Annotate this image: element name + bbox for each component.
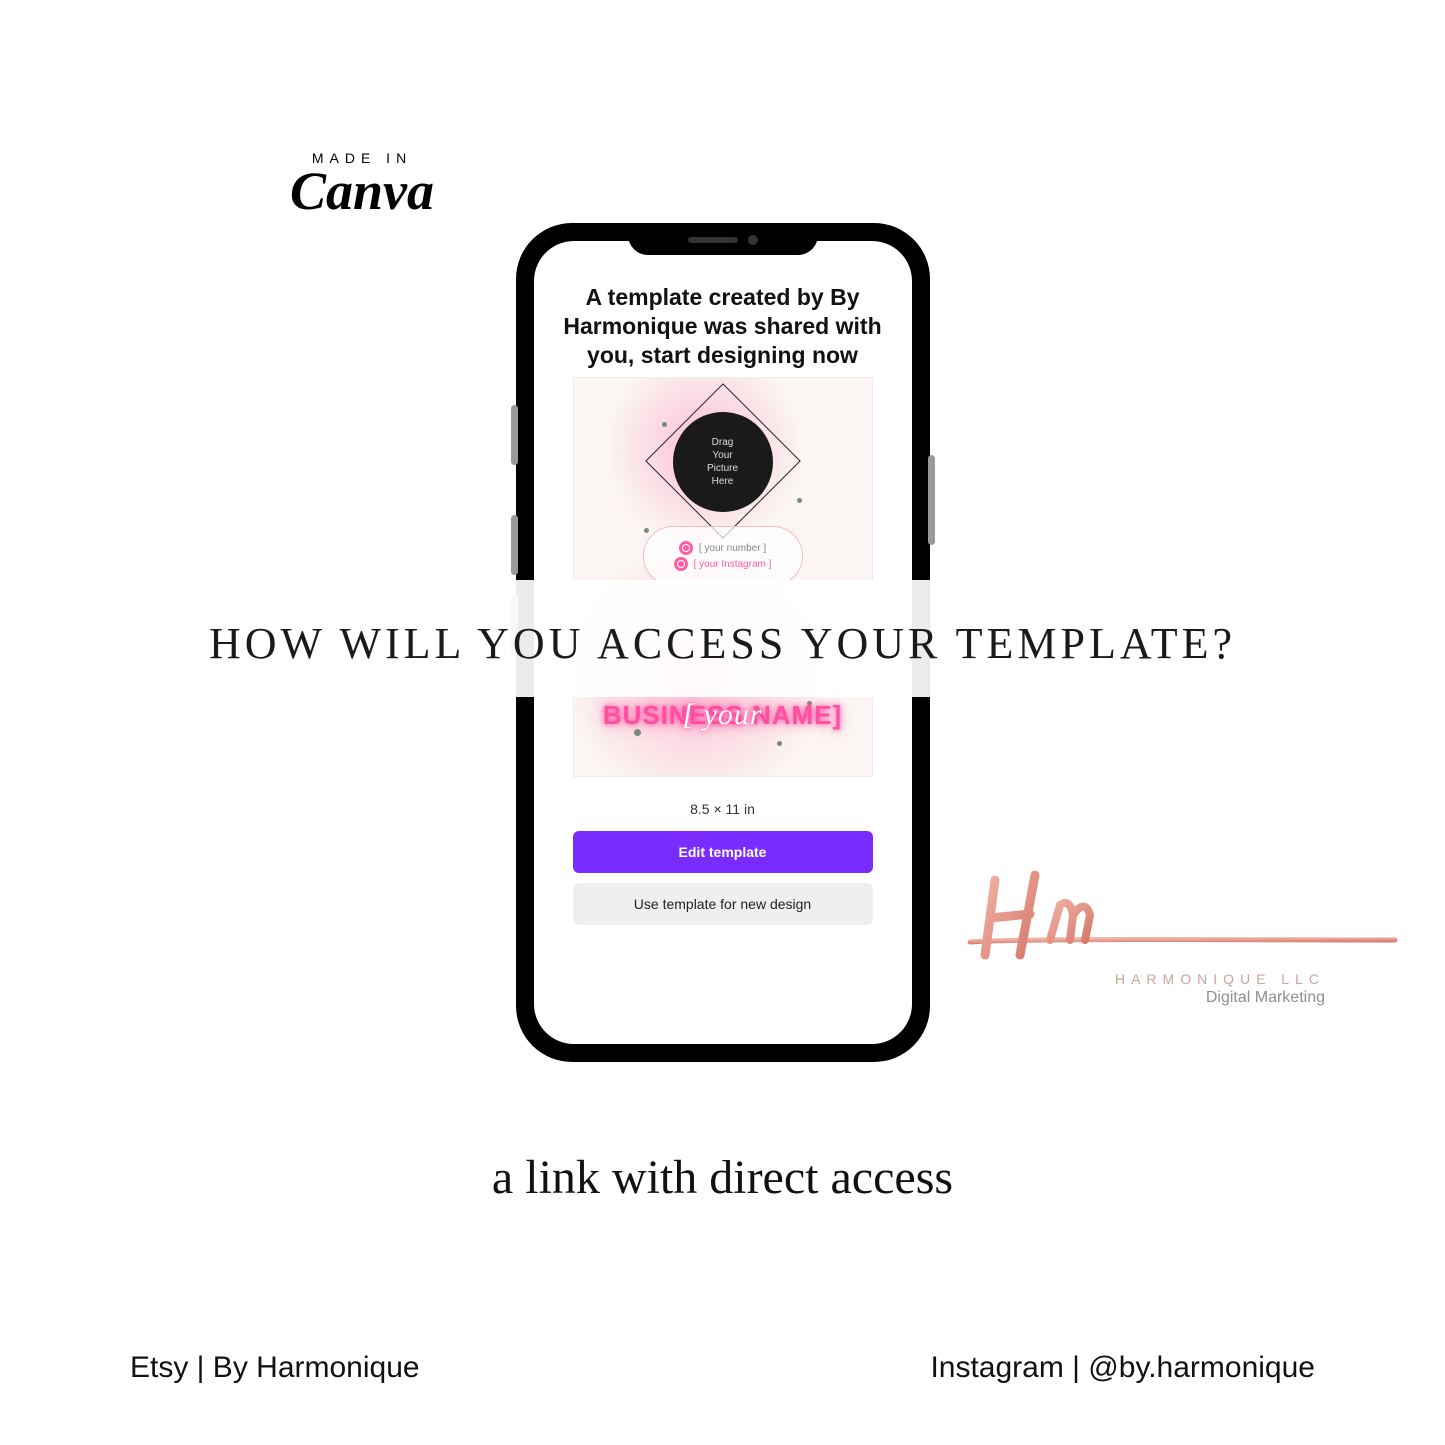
avatar-line: Here [712,475,734,488]
footer-instagram: Instagram | @by.harmonique [930,1351,1315,1385]
share-heading: A template created by By Harmonique was … [534,277,912,377]
contact-pill: [ your number ] [ your Instagram ] [643,526,803,586]
badge-brand: Canva [290,164,434,218]
contact-instagram-placeholder: [ your Instagram ] [694,559,772,570]
footer-socials: Etsy | By Harmonique Instagram | @by.har… [0,1351,1445,1385]
subheadline: a link with direct access [0,1150,1445,1205]
logo-company: HARMONIQUE LLC [965,971,1325,987]
whatsapp-icon [679,541,693,555]
use-template-button[interactable]: Use template for new design [573,883,873,925]
business-name-placeholder: BUSINESS NAME] [ your [574,700,872,731]
contact-number-placeholder: [ your number ] [699,543,766,554]
avatar-placeholder[interactable]: Drag Your Picture Here [673,412,773,512]
template-preview: Drag Your Picture Here [ your number ] [… [573,377,873,777]
template-dimensions: 8.5 × 11 in [690,801,755,817]
avatar-line: Your [712,449,732,462]
footer-etsy: Etsy | By Harmonique [130,1351,420,1385]
speck-icon [644,528,649,533]
speck-icon [797,498,802,503]
business-name-script: [ your [574,698,872,732]
phone-notch [628,225,818,255]
harmonique-logo: HARMONIQUE LLC Digital Marketing [965,870,1325,1007]
instagram-icon [674,557,688,571]
avatar-line: Drag [712,436,734,449]
headline: HOW WILL YOU ACCESS YOUR TEMPLATE? [0,580,1445,697]
made-in-canva-badge: MADE IN Canva [290,150,434,218]
edit-template-button[interactable]: Edit template [573,831,873,873]
logo-tagline: Digital Marketing [965,989,1325,1007]
avatar-line: Picture [707,462,738,475]
